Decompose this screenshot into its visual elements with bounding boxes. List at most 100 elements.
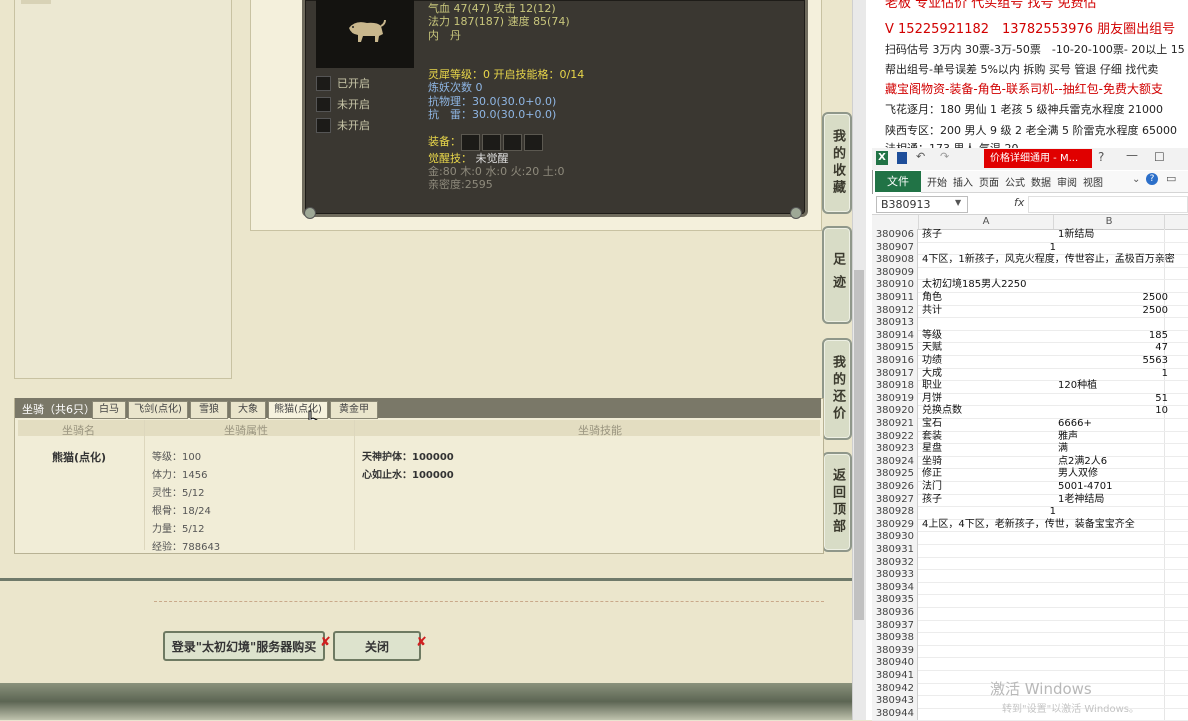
cell-a[interactable]: 等级	[920, 330, 1056, 343]
scrollbar-thumb[interactable]	[854, 270, 864, 620]
cell-b[interactable]: 185	[1056, 330, 1168, 343]
equip-slot[interactable]	[461, 133, 480, 151]
row-number[interactable]: 380912	[872, 304, 918, 318]
row-number[interactable]: 380910	[872, 279, 918, 292]
cell-b[interactable]: 1新结局	[1056, 229, 1168, 242]
help-icon[interactable]: ?	[1098, 150, 1104, 164]
cell-a[interactable]: 角色	[920, 292, 1056, 305]
cell-a[interactable]: 4上区，4下区，老新孩子，传世，装备宝宝齐全	[920, 519, 1135, 532]
mount-tab[interactable]: 飞剑(点化)	[128, 401, 188, 419]
my-favorites-button[interactable]: 我的收藏	[822, 112, 852, 214]
ribbon-tab[interactable]: 页面	[979, 174, 999, 189]
row-number[interactable]: 380937	[872, 619, 918, 633]
row-number[interactable]: 380906	[872, 229, 918, 242]
row-number[interactable]: 380915	[872, 342, 918, 355]
cell-a[interactable]: 太初幻境185男人2250	[920, 279, 1056, 292]
cell-b[interactable]: 雅声	[1056, 431, 1168, 444]
row-number[interactable]: 380917	[872, 367, 918, 381]
slot-item[interactable]: 已开启	[316, 75, 370, 91]
cell-a[interactable]: 孩子	[920, 229, 1056, 242]
row-number[interactable]: 380908	[872, 254, 918, 267]
mount-tab[interactable]: 雪狼	[190, 401, 228, 419]
chevron-down-icon[interactable]: ⌄	[1132, 174, 1140, 185]
cell-a[interactable]: 天赋	[920, 342, 1056, 355]
close-button[interactable]: 关闭	[333, 631, 421, 661]
row-number[interactable]: 380918	[872, 380, 918, 393]
row-number[interactable]: 380921	[872, 418, 918, 431]
mount-tab[interactable]: 大象	[230, 401, 266, 419]
equip-slot[interactable]	[482, 133, 501, 151]
row-number[interactable]: 380926	[872, 481, 918, 494]
cell-a[interactable]: 1	[920, 506, 1056, 519]
cell-a[interactable]: 宝石	[920, 418, 1056, 431]
row-number[interactable]: 380938	[872, 632, 918, 645]
row-number[interactable]: 380925	[872, 468, 918, 481]
ribbon-tab[interactable]: 公式	[1005, 174, 1025, 189]
row-number[interactable]: 380941	[872, 670, 918, 683]
row-number[interactable]: 380933	[872, 569, 918, 582]
cell-a[interactable]: 1	[920, 242, 1056, 255]
row-number[interactable]: 380907	[872, 241, 918, 255]
row-number[interactable]: 380911	[872, 292, 918, 305]
row-number[interactable]: 380929	[872, 518, 918, 532]
ribbon-tab[interactable]: 审阅	[1057, 174, 1077, 189]
cell-b[interactable]: 6666+	[1056, 418, 1168, 431]
equip-slot[interactable]	[503, 133, 522, 151]
row-number[interactable]: 380942	[872, 682, 918, 696]
cell-b[interactable]: 2500	[1056, 305, 1168, 318]
row-number[interactable]: 380940	[872, 657, 918, 670]
ribbon-tab[interactable]: 开始	[927, 174, 947, 189]
row-number[interactable]: 380934	[872, 581, 918, 595]
cell-a[interactable]: 兑换点数	[920, 405, 1056, 418]
ribbon-tab[interactable]: 视图	[1083, 174, 1103, 189]
maximize-icon[interactable]: ☐	[1154, 150, 1165, 164]
back-to-top-button[interactable]: 返回顶部	[822, 452, 852, 552]
row-number[interactable]: 380913	[872, 317, 918, 330]
column-header-a[interactable]: A	[919, 215, 1054, 229]
equip-slot[interactable]	[524, 133, 543, 151]
cell-b[interactable]: 5563	[1056, 355, 1168, 368]
cell-b[interactable]: 满	[1056, 443, 1168, 456]
row-number[interactable]: 380922	[872, 430, 918, 444]
row-number[interactable]: 380919	[872, 392, 918, 406]
redo-icon[interactable]: ↷	[940, 150, 949, 163]
cell-a[interactable]: 套装	[920, 431, 1056, 444]
column-header-b[interactable]: B	[1054, 215, 1165, 229]
row-number[interactable]: 380931	[872, 544, 918, 557]
cell-b[interactable]: 120种植	[1056, 380, 1168, 393]
ribbon-tab[interactable]: 插入	[953, 174, 973, 189]
row-number[interactable]: 380928	[872, 506, 918, 519]
cell-a[interactable]: 月饼	[920, 393, 1056, 406]
mount-tab[interactable]: 黄金甲	[330, 401, 378, 419]
row-number[interactable]: 380936	[872, 607, 918, 620]
select-all-corner[interactable]	[872, 215, 919, 229]
cell-b[interactable]: 47	[1056, 342, 1168, 355]
cell-a[interactable]: 大成	[920, 368, 1056, 381]
row-number[interactable]: 380909	[872, 266, 918, 280]
row-number[interactable]: 380916	[872, 355, 918, 368]
mount-tab[interactable]: 白马	[92, 401, 126, 419]
login-server-buy-button[interactable]: 登录"太初幻境"服务器购买	[163, 631, 325, 661]
cell-b[interactable]: 1	[1056, 368, 1168, 381]
minimize-icon[interactable]: —	[1126, 148, 1138, 162]
row-number[interactable]: 380920	[872, 405, 918, 418]
slot-item[interactable]: 未开启	[316, 96, 370, 112]
cell-a[interactable]: 修正	[920, 468, 1056, 481]
row-number[interactable]: 380932	[872, 556, 918, 570]
ribbon-minimize-icon[interactable]: ▭	[1166, 172, 1176, 185]
row-number[interactable]: 380944	[872, 707, 918, 721]
cell-b[interactable]: 51	[1056, 393, 1168, 406]
cell-a[interactable]: 孩子	[920, 494, 1056, 507]
row-number[interactable]: 380939	[872, 644, 918, 658]
cell-a[interactable]: 共计	[920, 305, 1056, 318]
my-counteroffer-button[interactable]: 我的还价	[822, 338, 852, 440]
ribbon-tab[interactable]: 数据	[1031, 174, 1051, 189]
save-icon[interactable]	[897, 152, 907, 164]
cell-b[interactable]: 点2满2人6	[1056, 456, 1168, 469]
row-number[interactable]: 380935	[872, 594, 918, 607]
cell-b[interactable]: 2500	[1056, 292, 1168, 305]
row-number[interactable]: 380930	[872, 531, 918, 544]
namebox-dropdown-icon[interactable]: ▼	[955, 198, 961, 207]
row-number[interactable]: 380923	[872, 443, 918, 456]
cell-a[interactable]: 坐骑	[920, 456, 1056, 469]
